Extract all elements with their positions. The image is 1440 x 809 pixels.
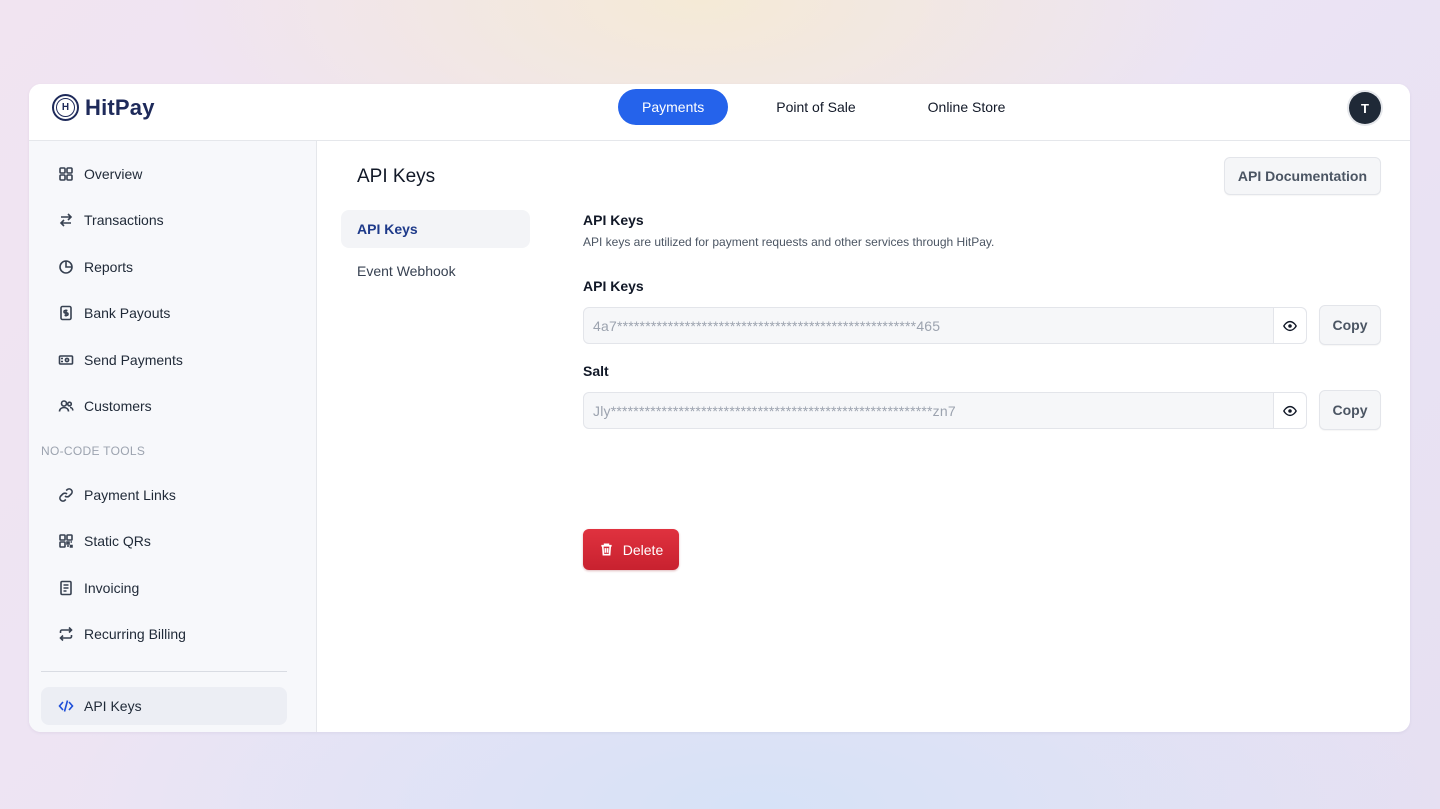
- sidebar-item-label: Transactions: [84, 212, 164, 228]
- delete-button[interactable]: Delete: [583, 529, 679, 570]
- hitpay-logo[interactable]: H HitPay: [52, 94, 155, 121]
- show-salt-button[interactable]: [1273, 393, 1306, 428]
- sidebar-item-bank-payouts[interactable]: Bank Payouts: [41, 294, 287, 332]
- sidebar-item-label: Payment Links: [84, 487, 176, 503]
- sidebar-item-send-payments[interactable]: Send Payments: [41, 341, 287, 379]
- copy-salt-button[interactable]: Copy: [1319, 390, 1381, 430]
- main-content: API Keys API Documentation API Keys Even…: [317, 141, 1410, 732]
- sidebar-item-label: Static QRs: [84, 533, 151, 549]
- copy-api-key-button[interactable]: Copy: [1319, 305, 1381, 345]
- sidebar: Overview Transactions Reports Bank Payou…: [29, 141, 317, 732]
- sidebar-item-invoicing[interactable]: Invoicing: [41, 569, 287, 607]
- subnav-event-webhook[interactable]: Event Webhook: [341, 252, 530, 290]
- api-key-field: [583, 307, 1307, 344]
- top-nav: Payments Point of Sale Online Store: [618, 89, 1053, 125]
- top-bar: H HitPay Payments Point of Sale Online S…: [29, 84, 1410, 141]
- tab-point-of-sale[interactable]: Point of Sale: [752, 89, 879, 125]
- sidebar-item-label: Bank Payouts: [84, 305, 171, 321]
- pie-chart-icon: [58, 259, 74, 275]
- section-description: API keys are utilized for payment reques…: [583, 235, 995, 249]
- delete-label: Delete: [622, 541, 664, 558]
- sidebar-item-customers[interactable]: Customers: [41, 387, 287, 425]
- grid-icon: [58, 166, 74, 182]
- arrows-swap-icon: [58, 212, 74, 228]
- sidebar-item-overview[interactable]: Overview: [41, 155, 287, 193]
- dollar-doc-icon: [58, 305, 74, 321]
- sidebar-item-payment-links[interactable]: Payment Links: [41, 476, 287, 514]
- section-label-no-code-tools: NO-CODE TOOLS: [41, 444, 146, 458]
- sidebar-item-label: Customers: [84, 398, 152, 414]
- repeat-icon: [58, 626, 74, 642]
- sidebar-item-label: API Keys: [84, 698, 142, 714]
- sidebar-item-api-keys[interactable]: API Keys: [41, 687, 287, 725]
- sidebar-divider: [41, 671, 287, 672]
- brand-name: HitPay: [85, 94, 155, 120]
- api-documentation-button[interactable]: API Documentation: [1223, 157, 1381, 195]
- sidebar-item-label: Invoicing: [84, 580, 140, 596]
- invoice-icon: [58, 580, 74, 596]
- api-key-input[interactable]: [584, 308, 1273, 343]
- section-title: API Keys: [583, 212, 644, 228]
- tab-online-store[interactable]: Online Store: [904, 89, 1030, 125]
- tab-payments[interactable]: Payments: [618, 89, 729, 125]
- salt-label: Salt: [583, 363, 609, 379]
- sidebar-item-label: Recurring Billing: [84, 626, 186, 642]
- api-key-label: API Keys: [583, 278, 644, 294]
- code-icon: [58, 698, 74, 714]
- salt-field: [583, 392, 1307, 429]
- page-title: API Keys: [357, 166, 436, 187]
- trash-icon: [601, 543, 612, 556]
- sidebar-item-label: Overview: [84, 166, 143, 182]
- users-icon: [58, 398, 74, 414]
- avatar[interactable]: T: [1349, 92, 1381, 124]
- subnav-api-keys[interactable]: API Keys: [341, 210, 530, 248]
- sidebar-item-recurring-billing[interactable]: Recurring Billing: [41, 615, 287, 653]
- salt-input[interactable]: [584, 393, 1273, 428]
- sidebar-item-reports[interactable]: Reports: [41, 248, 287, 286]
- sidebar-item-label: Reports: [84, 259, 134, 275]
- eye-icon: [1283, 320, 1297, 331]
- link-icon: [58, 487, 74, 503]
- qr-icon: [58, 533, 74, 549]
- show-api-key-button[interactable]: [1273, 308, 1306, 343]
- sidebar-item-label: Send Payments: [84, 352, 183, 368]
- sidebar-item-transactions[interactable]: Transactions: [41, 201, 287, 239]
- app-window: H HitPay Payments Point of Sale Online S…: [29, 84, 1410, 732]
- sidebar-item-static-qrs[interactable]: Static QRs: [41, 522, 287, 560]
- cash-icon: [58, 352, 74, 368]
- logo-mark-icon: H: [52, 94, 79, 121]
- eye-icon: [1283, 405, 1297, 416]
